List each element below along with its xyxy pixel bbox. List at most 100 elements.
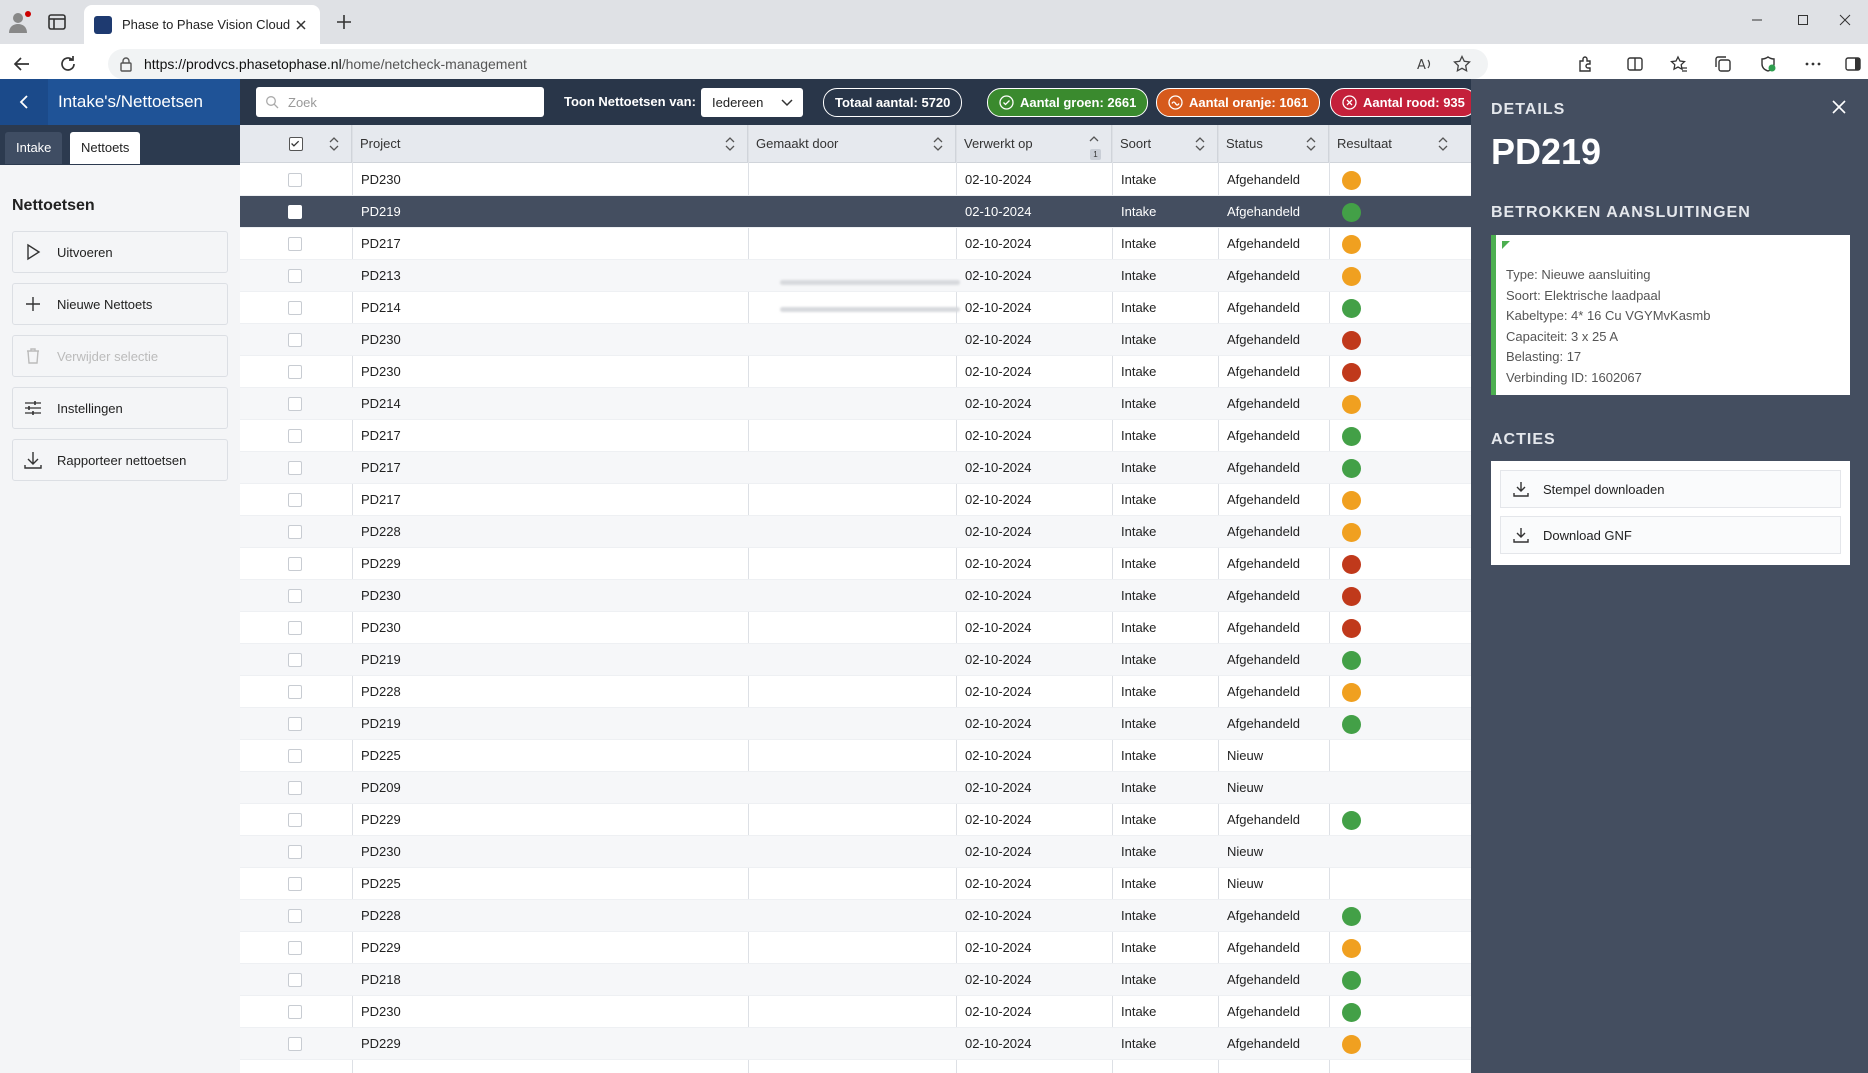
minimize-icon[interactable] — [1734, 0, 1780, 40]
select-all-checkbox[interactable] — [289, 137, 303, 151]
more-menu-icon[interactable] — [1804, 55, 1822, 73]
split-screen-icon[interactable] — [1626, 55, 1644, 73]
row-checkbox[interactable] — [288, 493, 302, 507]
column-created-by[interactable]: Gemaakt door — [748, 125, 956, 163]
table-row[interactable]: PD230 02-10-2024 Intake Afgehandeld — [240, 324, 1471, 356]
sort-icon[interactable] — [724, 137, 736, 151]
maximize-icon[interactable] — [1780, 0, 1826, 40]
table-row[interactable]: PD225 02-10-2024 Intake Nieuw — [240, 868, 1471, 900]
table-row[interactable]: PD217 02-10-2024 Intake Afgehandeld — [240, 420, 1471, 452]
close-icon[interactable] — [1831, 99, 1847, 115]
table-row[interactable]: PD230 02-10-2024 Intake Afgehandeld — [240, 612, 1471, 644]
row-checkbox[interactable] — [288, 589, 302, 603]
row-checkbox[interactable] — [288, 653, 302, 667]
profile-icon[interactable] — [8, 10, 32, 34]
row-checkbox[interactable] — [288, 813, 302, 827]
row-checkbox[interactable] — [288, 525, 302, 539]
sort-icon[interactable] — [932, 137, 944, 151]
new-nettoets-button[interactable]: Nieuwe Nettoets — [12, 283, 228, 325]
row-checkbox[interactable] — [288, 685, 302, 699]
collections-icon[interactable] — [1714, 55, 1732, 73]
settings-button[interactable]: Instellingen — [12, 387, 228, 429]
table-row[interactable]: PD228 02-10-2024 Intake Afgehandeld — [240, 900, 1471, 932]
back-arrow-icon[interactable] — [12, 54, 32, 74]
url-field[interactable]: https://prodvcs.phasetophase.nl/home/net… — [108, 49, 1488, 79]
table-row[interactable]: PD214 02-10-2024 Intake Afgehandeld — [240, 388, 1471, 420]
back-button[interactable] — [0, 79, 48, 125]
table-row[interactable]: PD217 02-10-2024 Intake Afgehandeld — [240, 484, 1471, 516]
table-row[interactable]: PD209 02-10-2024 Intake Nieuw — [240, 772, 1471, 804]
sort-icon[interactable] — [1194, 137, 1206, 151]
row-checkbox[interactable] — [288, 1037, 302, 1051]
row-checkbox[interactable] — [288, 973, 302, 987]
table-row[interactable]: PD228 02-10-2024 Intake Afgehandeld — [240, 516, 1471, 548]
favorites-icon[interactable] — [1670, 55, 1688, 73]
reload-icon[interactable] — [58, 54, 78, 74]
connection-card[interactable]: Type: Nieuwe aansluiting Soort: Elektris… — [1491, 235, 1850, 395]
row-checkbox[interactable] — [288, 461, 302, 475]
column-processed-on[interactable]: Verwerkt op 1 — [956, 125, 1112, 163]
download-gnf-button[interactable]: Download GNF — [1500, 516, 1841, 554]
favorite-star-icon[interactable] — [1453, 55, 1471, 73]
table-row[interactable]: PD213 02-10-2024 Intake Afgehandeld — [240, 260, 1471, 292]
table-row[interactable]: PD230 02-10-2024 Intake Afgehandeld — [240, 996, 1471, 1028]
table-row[interactable]: PD219 02-10-2024 Intake Afgehandeld — [240, 708, 1471, 740]
tab-intake[interactable]: Intake — [5, 132, 63, 164]
table-row[interactable]: PD228 02-10-2024 Intake Afgehandeld — [240, 676, 1471, 708]
table-row[interactable]: PD230 02-10-2024 Intake Afgehandeld — [240, 580, 1471, 612]
green-count-badge[interactable]: Aantal groen: 2661 — [987, 88, 1149, 117]
report-button[interactable]: Rapporteer nettoetsen — [12, 439, 228, 481]
table-row[interactable]: PD217 02-10-2024 Intake Afgehandeld — [240, 228, 1471, 260]
sort-icon[interactable] — [1437, 137, 1449, 151]
row-checkbox[interactable] — [288, 845, 302, 859]
row-checkbox[interactable] — [288, 941, 302, 955]
table-row[interactable]: PD229 02-10-2024 Intake Afgehandeld — [240, 548, 1471, 580]
row-checkbox[interactable] — [288, 877, 302, 891]
table-row[interactable]: PD225 02-10-2024 Intake Nieuw — [240, 740, 1471, 772]
table-row[interactable]: PD229 02-10-2024 Intake Afgehandeld — [240, 804, 1471, 836]
table-row[interactable]: PD229 02-10-2024 Intake Afgehandeld — [240, 932, 1471, 964]
lock-icon[interactable] — [118, 56, 134, 72]
extensions-icon[interactable] — [1576, 55, 1594, 73]
row-checkbox[interactable] — [288, 781, 302, 795]
column-project[interactable]: Project — [352, 125, 748, 163]
column-type[interactable]: Soort — [1112, 125, 1218, 163]
column-status[interactable]: Status — [1218, 125, 1329, 163]
table-row[interactable]: PD229 02-10-2024 Intake Afgehandeld — [240, 1028, 1471, 1060]
row-checkbox[interactable] — [288, 237, 302, 251]
sort-ascending-icon[interactable] — [1088, 135, 1100, 149]
row-checkbox[interactable] — [288, 333, 302, 347]
browser-essentials-icon[interactable] — [1759, 55, 1777, 73]
row-checkbox[interactable] — [288, 429, 302, 443]
sidebar-toggle-icon[interactable] — [1844, 55, 1862, 73]
tab-nettoets[interactable]: Nettoets — [70, 132, 141, 164]
row-checkbox[interactable] — [288, 269, 302, 283]
row-checkbox[interactable] — [288, 301, 302, 315]
row-checkbox[interactable] — [288, 909, 302, 923]
row-checkbox[interactable] — [288, 397, 302, 411]
row-checkbox[interactable] — [288, 365, 302, 379]
row-checkbox[interactable] — [288, 1005, 302, 1019]
sort-icon[interactable] — [1305, 137, 1317, 151]
download-stamp-button[interactable]: Stempel downloaden — [1500, 470, 1841, 508]
table-row[interactable]: PD219 02-10-2024 Intake Afgehandeld — [240, 644, 1471, 676]
orange-count-badge[interactable]: Aantal oranje: 1061 — [1156, 88, 1321, 117]
new-tab-icon[interactable] — [334, 12, 354, 32]
row-checkbox[interactable] — [288, 717, 302, 731]
run-button[interactable]: Uitvoeren — [12, 231, 228, 273]
sort-icon[interactable] — [328, 137, 340, 151]
close-window-icon[interactable] — [1822, 0, 1868, 40]
table-row[interactable]: PD230 02-10-2024 Intake Nieuw — [240, 836, 1471, 868]
close-tab-icon[interactable] — [292, 16, 310, 34]
browser-tab-active[interactable]: Phase to Phase Vision Cloud — [84, 5, 320, 44]
red-count-badge[interactable]: Aantal rood: 935 — [1330, 88, 1471, 117]
table-row[interactable]: PD219 02-10-2024 Intake Afgehandeld — [240, 196, 1471, 228]
row-checkbox[interactable] — [288, 621, 302, 635]
search-input[interactable]: Zoek — [256, 87, 544, 117]
row-checkbox[interactable] — [288, 205, 302, 219]
tab-actions-icon[interactable] — [46, 11, 68, 33]
column-result[interactable]: Resultaat — [1329, 125, 1471, 163]
delete-selection-button[interactable]: Verwijder selectie — [12, 335, 228, 377]
table-row[interactable]: PD230 02-10-2024 Intake Afgehandeld — [240, 164, 1471, 196]
table-row[interactable]: PD230 02-10-2024 Intake Afgehandeld — [240, 356, 1471, 388]
